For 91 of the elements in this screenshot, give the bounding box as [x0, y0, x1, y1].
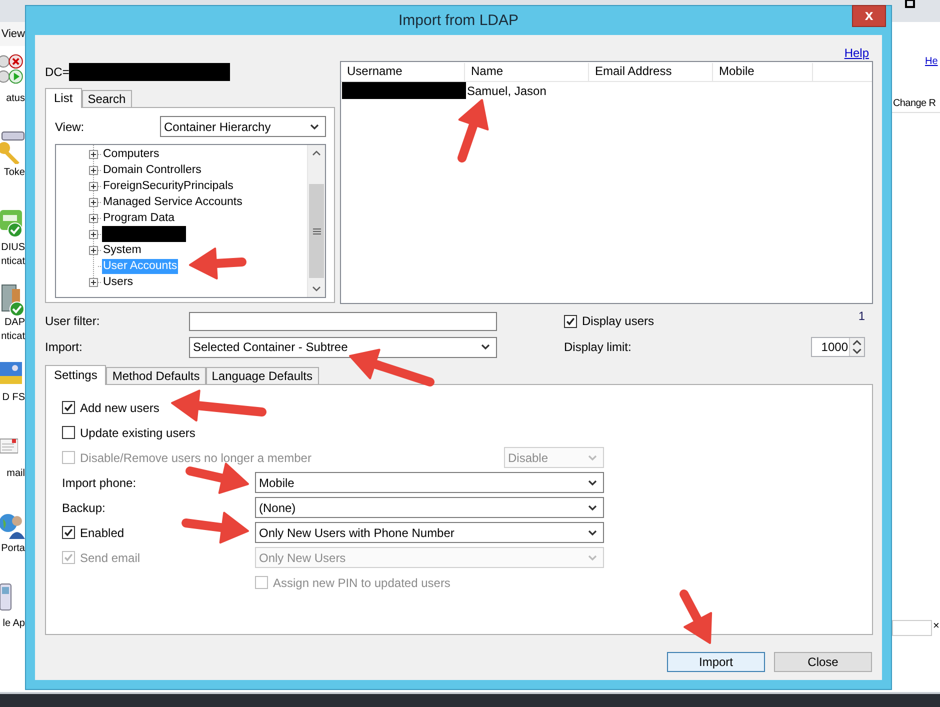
dropdown[interactable]: (None) [255, 497, 604, 518]
tree-item[interactable]: Users [102, 274, 134, 290]
annotation-arrow [680, 590, 712, 644]
window-button-icon[interactable] [905, 0, 915, 8]
checkbox-label: Add new users [80, 400, 160, 414]
chevron-down-icon [588, 454, 597, 460]
phone-icon [0, 583, 12, 611]
checkbox[interactable] [62, 426, 75, 439]
tab[interactable]: Settings [45, 365, 106, 385]
app-item-label: D FS [2, 391, 25, 405]
menu-item[interactable]: View [1, 28, 25, 40]
grip-icon [312, 228, 320, 234]
checkbox-label: Disable/Remove users no longer a member [80, 450, 312, 464]
app-item-label: nticat [1, 330, 25, 344]
checkbox-label: Update existing users [80, 426, 196, 440]
tab[interactable]: Method Defaults [106, 367, 206, 384]
expand-plus-icon[interactable] [89, 166, 98, 174]
expand-plus-icon[interactable] [89, 182, 98, 190]
chevron-down-icon [310, 124, 319, 130]
input-field[interactable] [892, 620, 932, 636]
tree-item[interactable]: Domain Controllers [102, 162, 202, 178]
chevron-down-icon [588, 504, 597, 510]
annotation-arrow [458, 99, 489, 162]
window-title: Import from LDAP [398, 12, 519, 29]
app-item-label: le Ap [2, 617, 25, 631]
column-header[interactable]: Email Address [589, 63, 713, 81]
chevron-down-icon [588, 554, 597, 560]
tree-item[interactable]: Program Data [102, 210, 176, 226]
help-link[interactable]: He [925, 56, 938, 67]
field-label: Import phone: [62, 476, 138, 490]
app-item-label: Toke [4, 166, 25, 180]
expand-plus-icon[interactable] [89, 278, 98, 286]
checkbox[interactable] [62, 401, 75, 414]
chevron-down-icon [588, 530, 597, 536]
clear-button[interactable]: × [933, 620, 940, 632]
tab[interactable]: Language Defaults [206, 367, 318, 384]
annotation-arrow [189, 248, 246, 280]
import-button[interactable]: Import [667, 652, 765, 672]
field-label: Display limit: [564, 340, 632, 354]
close-button[interactable]: Close [774, 652, 872, 672]
field-label: User filter: [45, 314, 101, 328]
dc-label: DC= [45, 65, 70, 79]
view-dropdown[interactable]: Container Hierarchy [160, 116, 326, 137]
key-icon [0, 130, 25, 164]
checkbox-label: Send email [80, 550, 140, 564]
tab[interactable]: Search [82, 90, 132, 107]
annotation-arrow [182, 512, 249, 544]
expand-plus-icon[interactable] [89, 150, 98, 158]
column-header[interactable]: Username [341, 63, 465, 81]
expand-plus-icon[interactable] [89, 214, 98, 222]
tree-item[interactable]: Computers [102, 146, 160, 162]
view-label: View: [55, 120, 84, 134]
checkbox-label: Enabled [80, 526, 124, 540]
table-cell-text: Samuel, Jason [467, 84, 548, 98]
spin-down-icon[interactable] [850, 347, 864, 356]
app-item-label: nticat [1, 255, 25, 269]
tree-item[interactable]: System [102, 242, 142, 258]
checkbox[interactable] [564, 314, 577, 328]
scrollbar[interactable] [307, 145, 325, 297]
column-header[interactable]: Name [465, 63, 589, 81]
expand-plus-icon[interactable] [89, 230, 98, 238]
user-filter-field[interactable] [189, 312, 497, 330]
field-label: Import: [45, 340, 84, 354]
chevron-down-icon [481, 344, 490, 350]
app-item-label: DAP [4, 316, 25, 330]
app-item-label: Porta [1, 542, 25, 556]
help-link[interactable]: Help [844, 45, 869, 61]
dropdown[interactable]: Only New Users with Phone Number [255, 522, 604, 543]
field-label: Backup: [62, 500, 106, 514]
app-item-label: atus [6, 92, 25, 106]
scroll-thumb[interactable] [309, 184, 324, 278]
app-item-label: DIUS [1, 241, 25, 255]
tree-item[interactable]: Managed Service Accounts [102, 194, 244, 210]
annotation-arrow [186, 462, 249, 494]
expand-plus-icon[interactable] [89, 246, 98, 254]
chevron-down-icon [588, 480, 597, 486]
checkbox-label: Display users [582, 314, 654, 328]
user-count: 1 [858, 309, 865, 323]
checkbox-label: Assign new PIN to updated users [273, 576, 450, 590]
tab[interactable]: List [45, 88, 82, 108]
window-close-button[interactable]: x [852, 5, 886, 27]
status-icons [0, 52, 25, 86]
tree-item[interactable]: ForeignSecurityPrincipals [102, 178, 234, 194]
app-item-label: mail [6, 467, 25, 481]
column-header[interactable]: Mobile [713, 63, 813, 81]
dropdown[interactable]: Mobile [255, 472, 604, 493]
expand-plus-icon[interactable] [89, 198, 98, 206]
import-dropdown[interactable]: Selected Container - Subtree [189, 336, 497, 358]
display-limit-spinner[interactable]: 1000 [811, 337, 865, 357]
checkbox[interactable] [62, 526, 75, 539]
spin-up-icon[interactable] [850, 338, 864, 347]
